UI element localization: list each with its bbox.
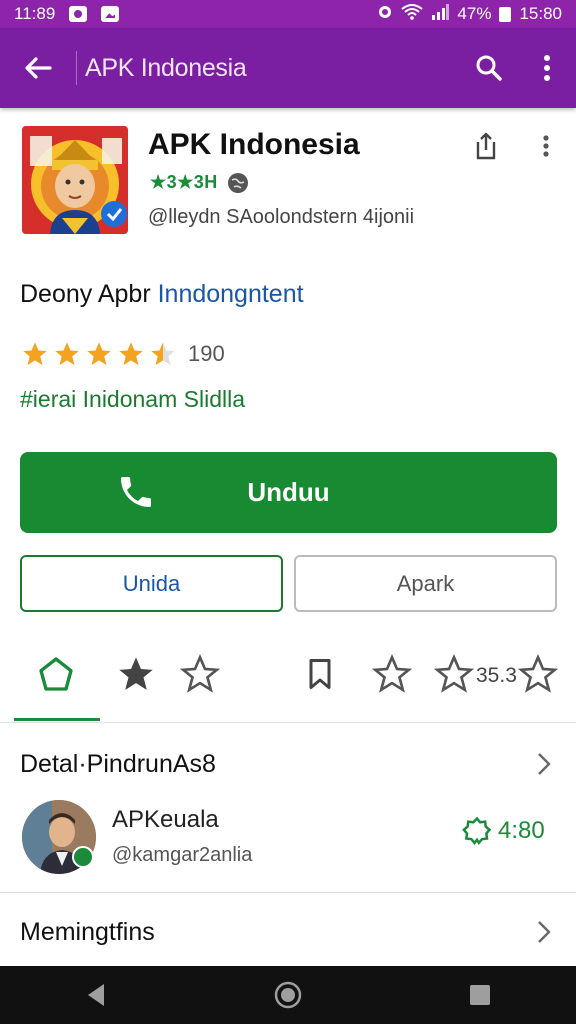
search-button[interactable] bbox=[460, 28, 518, 108]
star-icon bbox=[23, 342, 47, 366]
app-bar: APK Indonesia bbox=[0, 28, 576, 108]
tab-star-3[interactable] bbox=[432, 652, 476, 696]
star-outline-icon bbox=[180, 654, 220, 693]
nav-back-icon bbox=[88, 984, 104, 1006]
signal-icon bbox=[431, 3, 450, 25]
nav-home-icon bbox=[274, 981, 302, 1009]
star-filled-icon bbox=[119, 657, 153, 690]
meeting-chevron[interactable] bbox=[530, 917, 558, 947]
bookmark-icon bbox=[309, 659, 331, 689]
app-icon bbox=[22, 126, 128, 234]
nav-recents-icon bbox=[470, 985, 490, 1005]
back-button[interactable] bbox=[0, 28, 76, 108]
wifi-icon bbox=[401, 3, 424, 25]
status-bar: 11:89 47% 15:80 bbox=[0, 0, 576, 28]
subtitle-link[interactable]: Inndongntent bbox=[158, 280, 304, 308]
review-count: 190 bbox=[188, 341, 225, 366]
system-nav-bar bbox=[0, 966, 576, 1024]
status-time-right: 15:80 bbox=[519, 4, 562, 23]
share-icon bbox=[476, 132, 496, 160]
divider bbox=[0, 722, 576, 723]
tab-favorite[interactable] bbox=[114, 652, 158, 696]
rating-row: ★3★3H bbox=[150, 172, 248, 193]
rating-stars: 190 bbox=[20, 340, 225, 368]
overflow-menu-button[interactable] bbox=[518, 28, 576, 108]
star-icon bbox=[55, 342, 79, 366]
tab-home[interactable] bbox=[34, 652, 78, 696]
tab-bookmark[interactable] bbox=[298, 652, 342, 696]
battery-percent: 47% bbox=[457, 4, 492, 23]
star-outline-icon bbox=[372, 654, 412, 693]
review-score-value: 4:80 bbox=[498, 817, 545, 844]
verified-badge-icon bbox=[72, 846, 94, 868]
nav-home-button[interactable] bbox=[258, 966, 318, 1024]
app-bar-divider bbox=[76, 51, 77, 85]
reviewer-name: APKeuala bbox=[112, 806, 219, 833]
developer-name[interactable]: @lleydn SAoolondstern 4ijonii bbox=[148, 206, 414, 229]
apark-button[interactable]: Apark bbox=[294, 555, 557, 612]
notification-icon bbox=[69, 6, 88, 22]
subtitle-main: Deony Apbr bbox=[20, 280, 151, 308]
review-score: 4:80 bbox=[462, 816, 545, 846]
share-button[interactable] bbox=[468, 128, 504, 164]
star-outline-icon bbox=[434, 654, 474, 693]
badge-star-icon bbox=[462, 816, 492, 846]
unida-button[interactable]: Unida bbox=[20, 555, 283, 612]
content-rating-badge: ★3★3H bbox=[150, 172, 218, 192]
app-bar-title: APK Indonesia bbox=[85, 53, 247, 82]
star-outline-icon bbox=[518, 654, 558, 693]
more-vert-icon bbox=[543, 135, 549, 157]
app-subtitle: Deony Apbr Inndongntent bbox=[20, 280, 304, 309]
status-time-left: 11:89 bbox=[14, 4, 56, 23]
globe-icon bbox=[227, 172, 248, 193]
chevron-right-icon bbox=[538, 753, 551, 775]
tab-count-label: 35.3 bbox=[476, 664, 517, 687]
details-section-title[interactable]: Detal·PindrunAs8 bbox=[20, 750, 216, 779]
phone-icon bbox=[121, 477, 151, 507]
home-outline-icon bbox=[39, 657, 73, 691]
divider bbox=[0, 892, 576, 893]
alarm-icon bbox=[377, 4, 393, 25]
apark-button-label: Apark bbox=[396, 570, 455, 596]
tagline: #ierai Inidonam Slidlla bbox=[20, 386, 246, 412]
chevron-right-icon bbox=[538, 921, 551, 943]
meeting-section-title[interactable]: Memingtfins bbox=[20, 918, 155, 947]
tab-star-4[interactable] bbox=[516, 652, 560, 696]
star-icon bbox=[119, 342, 143, 366]
search-icon bbox=[476, 55, 502, 81]
back-arrow-icon bbox=[25, 57, 52, 79]
nav-back-button[interactable] bbox=[66, 966, 126, 1024]
install-button-label: Unduu bbox=[247, 477, 330, 507]
tab-rate[interactable] bbox=[178, 652, 222, 696]
tab-star-2[interactable] bbox=[370, 652, 414, 696]
battery-icon bbox=[499, 6, 512, 22]
unida-button-label: Unida bbox=[122, 570, 181, 596]
app-more-button[interactable] bbox=[530, 128, 562, 164]
nav-recents-button[interactable] bbox=[450, 966, 510, 1024]
screen: 11:89 47% 15:80 APK Indonesia APK Indone… bbox=[0, 0, 576, 1024]
reviewer-handle: @kamgar2anlia bbox=[112, 844, 253, 866]
install-button[interactable]: Unduu bbox=[20, 452, 557, 533]
details-chevron[interactable] bbox=[530, 749, 558, 779]
tab-active-indicator bbox=[14, 718, 100, 721]
star-icon bbox=[87, 342, 111, 366]
more-vert-icon bbox=[544, 55, 550, 81]
app-name: APK Indonesia bbox=[148, 128, 360, 161]
image-notification-icon bbox=[101, 6, 120, 22]
star-half-icon bbox=[151, 342, 175, 366]
